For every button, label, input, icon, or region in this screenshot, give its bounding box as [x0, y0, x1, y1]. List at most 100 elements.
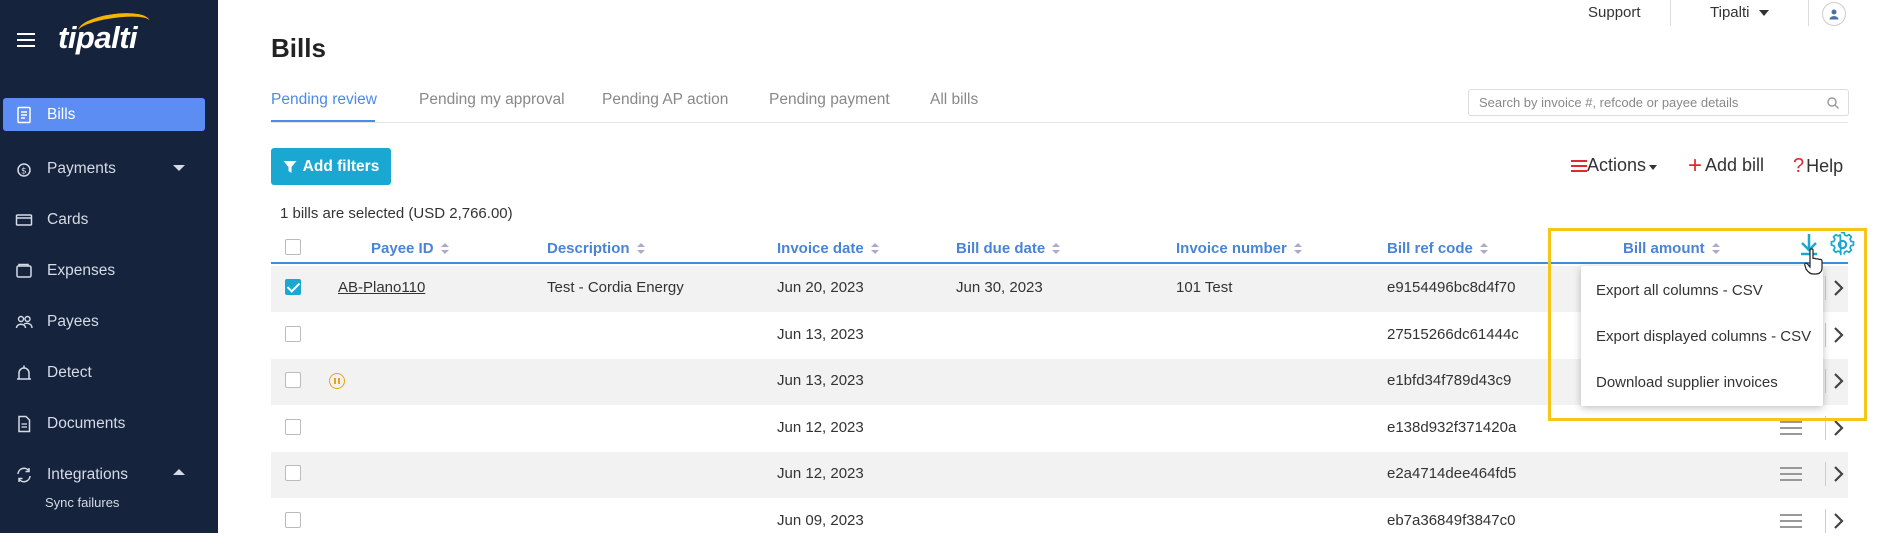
column-header-invoice-number[interactable]: Invoice number [1176, 240, 1302, 257]
tab-all-bills[interactable]: All bills [930, 91, 978, 109]
gear-icon[interactable] [1830, 232, 1855, 257]
sort-icon [1711, 243, 1720, 254]
search-input[interactable] [1468, 89, 1849, 116]
row-checkbox[interactable] [285, 465, 301, 481]
invoice-date-cell: Jun 13, 2023 [777, 372, 864, 389]
chevron-right-icon[interactable] [1832, 510, 1846, 532]
due-date-cell: Jun 30, 2023 [956, 279, 1043, 296]
ref-code-cell: e2a4714dee464fd5 [1387, 465, 1517, 482]
sort-icon [1052, 243, 1061, 254]
sidebar-item-label: Payments [47, 159, 116, 177]
help-button[interactable]: ? Help [1793, 155, 1843, 178]
row-divider [1825, 508, 1826, 533]
actions-menu-button[interactable]: Actions [1571, 155, 1658, 176]
export-all-columns-csv[interactable]: Export all columns - CSV [1596, 282, 1763, 299]
row-checkbox[interactable] [285, 418, 301, 435]
invoice-date-cell: Jun 13, 2023 [777, 325, 864, 343]
chevron-right-icon[interactable] [1832, 417, 1846, 439]
add-bill-label: Add bill [1705, 155, 1765, 175]
sidebar-item-integrations[interactable]: Integrations [3, 458, 205, 491]
row-divider [1825, 415, 1826, 440]
chevron-down-icon [1649, 165, 1658, 170]
chevron-down-icon[interactable] [173, 165, 185, 171]
column-header-description[interactable]: Description [547, 240, 645, 257]
topbar-divider [1808, 0, 1809, 26]
svg-text:$: $ [21, 166, 27, 176]
sidebar-item-label: Expenses [47, 261, 116, 279]
card-icon [15, 213, 33, 226]
sidebar-item-detect[interactable]: Detect [3, 356, 205, 389]
sidebar-item-label: Payees [47, 312, 99, 330]
sort-icon [440, 243, 449, 254]
add-bill-button[interactable]: + Add bill [1688, 151, 1765, 179]
export-displayed-columns-csv[interactable]: Export displayed columns - CSV [1596, 328, 1811, 345]
user-avatar-icon[interactable] [1822, 2, 1846, 26]
sidebar-item-payments[interactable]: $ Payments [3, 152, 205, 185]
row-divider [1825, 276, 1826, 300]
plus-icon: + [1688, 151, 1703, 179]
table-row[interactable]: Jun 12, 2023 e2a4714dee464fd5 [271, 452, 1848, 498]
tab-pending-review[interactable]: Pending review [271, 91, 377, 109]
payments-icon: $ [17, 162, 31, 177]
row-checkbox[interactable] [285, 511, 301, 528]
tab-pending-payment[interactable]: Pending payment [769, 91, 890, 109]
chevron-right-icon[interactable] [1832, 370, 1846, 392]
hamburger-menu-icon[interactable] [17, 33, 35, 47]
column-label: Bill amount [1623, 240, 1705, 257]
column-label: Bill due date [956, 240, 1046, 257]
table-row[interactable]: Jun 12, 2023 e138d932f371420a [271, 406, 1848, 452]
add-filters-label: Add filters [302, 157, 380, 175]
list-icon [1571, 159, 1587, 172]
sidebar-item-label: Detect [47, 363, 92, 381]
sidebar-subitem-sync-failures[interactable]: Sync failures [45, 495, 119, 510]
chevron-right-icon[interactable] [1832, 324, 1846, 346]
row-checkbox[interactable] [285, 279, 301, 295]
sidebar-item-label: Bills [47, 105, 76, 123]
company-name: Tipalti [1710, 4, 1750, 21]
sidebar-item-cards[interactable]: Cards [3, 203, 205, 236]
table-row[interactable]: Jun 09, 2023 eb7a36849f3847c0 [271, 499, 1848, 545]
row-menu-icon[interactable] [1780, 513, 1802, 528]
sort-icon [1293, 243, 1302, 254]
tab-pending-ap-action[interactable]: Pending AP action [602, 91, 728, 109]
ref-code-cell: 27515266dc61444c [1387, 325, 1519, 343]
chevron-up-icon[interactable] [173, 469, 185, 475]
description-cell: Test - Cordia Energy [547, 279, 684, 296]
chevron-right-icon[interactable] [1832, 463, 1846, 485]
select-all-checkbox[interactable] [285, 239, 301, 255]
sidebar-item-label: Cards [47, 210, 89, 228]
invoice-date-cell: Jun 12, 2023 [777, 418, 864, 436]
row-divider [1825, 369, 1826, 393]
support-link[interactable]: Support [1588, 4, 1641, 21]
column-header-payee-id[interactable]: Payee ID [371, 240, 449, 257]
ref-code-cell: e1bfd34f789d43c9 [1387, 372, 1512, 389]
row-menu-icon[interactable] [1780, 420, 1802, 435]
column-label: Description [547, 240, 630, 257]
expenses-icon [16, 263, 32, 278]
sidebar-item-expenses[interactable]: Expenses [3, 254, 205, 287]
sidebar-item-payees[interactable]: Payees [3, 305, 205, 338]
column-header-invoice-date[interactable]: Invoice date [777, 240, 879, 257]
column-header-bill-amount[interactable]: Bill amount [1623, 240, 1720, 257]
add-filters-button[interactable]: Add filters [271, 148, 391, 185]
row-checkbox[interactable] [285, 325, 301, 342]
company-selector[interactable]: Tipalti [1710, 4, 1770, 21]
detect-icon [17, 365, 31, 380]
topbar-divider [1670, 0, 1671, 26]
download-supplier-invoices[interactable]: Download supplier invoices [1596, 374, 1778, 391]
selection-summary: 1 bills are selected (USD 2,766.00) [280, 205, 513, 222]
payee-id-cell[interactable]: AB-Plano110 [338, 279, 425, 296]
row-divider [1825, 322, 1826, 347]
sidebar-item-bills[interactable]: Bills [3, 98, 205, 131]
table-header-divider [271, 262, 1848, 264]
sidebar-item-documents[interactable]: Documents [3, 407, 205, 440]
column-header-bill-ref-code[interactable]: Bill ref code [1387, 240, 1488, 257]
tab-pending-my-approval[interactable]: Pending my approval [419, 91, 565, 109]
row-divider [1825, 462, 1826, 486]
chevron-right-icon[interactable] [1832, 277, 1846, 299]
invoice-date-cell: Jun 20, 2023 [777, 279, 864, 296]
row-menu-icon[interactable] [1780, 467, 1802, 481]
row-checkbox[interactable] [285, 372, 301, 388]
chevron-down-icon [1759, 10, 1770, 17]
column-header-bill-due-date[interactable]: Bill due date [956, 240, 1061, 257]
